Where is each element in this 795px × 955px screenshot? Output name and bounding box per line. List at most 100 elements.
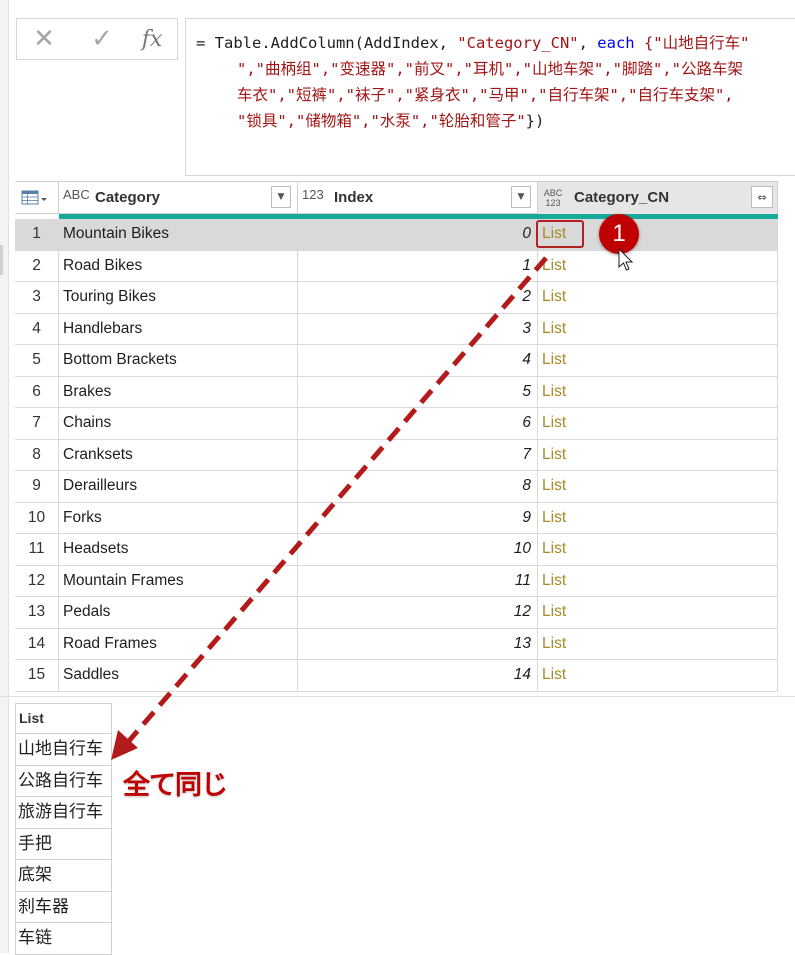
index-cell: 2	[298, 282, 538, 314]
row-number: 5	[15, 345, 59, 377]
category-cell: Chains	[59, 408, 298, 440]
formula-input[interactable]: = Table.AddColumn(AddIndex, "Category_CN…	[185, 18, 795, 176]
table-row[interactable]: 3 Touring Bikes 2 List	[15, 282, 778, 314]
list-item: 底架	[15, 860, 112, 892]
index-cell: 9	[298, 502, 538, 534]
grid-header: ABC Category ▼ 123 Index ▼ ABC 123 Categ…	[15, 181, 778, 214]
column-header-category-cn[interactable]: ABC 123 Category_CN ⇔	[538, 182, 778, 214]
list-cell[interactable]: List	[538, 250, 778, 282]
column-header-category[interactable]: ABC Category ▼	[59, 182, 298, 214]
category-cell: Brakes	[59, 376, 298, 408]
formula-text: })	[525, 112, 545, 130]
list-cell[interactable]: List	[538, 502, 778, 534]
table-row[interactable]: 10 Forks 9 List	[15, 502, 778, 534]
list-item: 手把	[15, 828, 112, 860]
left-gutter	[0, 0, 9, 953]
row-number: 7	[15, 408, 59, 440]
table-row[interactable]: 1 Mountain Bikes 0 List	[15, 219, 778, 251]
list-cell[interactable]: List	[538, 376, 778, 408]
list-item: 山地自行车	[15, 734, 112, 766]
formula-line-1: = Table.AddColumn(AddIndex, "Category_CN…	[196, 31, 749, 53]
category-cell: Bottom Brackets	[59, 345, 298, 377]
category-cell: Headsets	[59, 534, 298, 566]
list-cell[interactable]: List	[538, 534, 778, 566]
list-item: 车链	[15, 923, 112, 955]
table-row[interactable]: 8 Cranksets 7 List	[15, 439, 778, 471]
formula-string: "Category_CN"	[457, 34, 579, 52]
list-cell[interactable]: List	[538, 345, 778, 377]
column-header-index[interactable]: 123 Index ▼	[298, 182, 538, 214]
row-number: 4	[15, 313, 59, 345]
list-cell[interactable]: List	[538, 597, 778, 629]
chevron-down-icon[interactable]: ▼	[511, 186, 531, 208]
list-cell[interactable]: List	[538, 565, 778, 597]
row-number: 6	[15, 376, 59, 408]
list-cell[interactable]: List	[538, 282, 778, 314]
table-row[interactable]: 13 Pedals 12 List	[15, 597, 778, 629]
formula-line-2: ","曲柄组","变速器","前叉","耳机","山地车架","脚踏","公路车…	[237, 60, 743, 78]
index-cell: 14	[298, 660, 538, 692]
row-number: 8	[15, 439, 59, 471]
table-row[interactable]: 14 Road Frames 13 List	[15, 628, 778, 660]
formula-keyword: each	[597, 34, 635, 52]
expand-column-icon[interactable]: ⇔	[751, 186, 773, 208]
formula-string: "锁具","储物箱","水泵","轮胎和管子"	[237, 112, 526, 130]
index-cell: 7	[298, 439, 538, 471]
list-item: 刹车器	[15, 891, 112, 923]
index-cell: 13	[298, 628, 538, 660]
table-row[interactable]: 5 Bottom Brackets 4 List	[15, 345, 778, 377]
gutter-mark	[0, 245, 3, 275]
type-any-icon: ABC 123	[543, 188, 563, 208]
table-row[interactable]: 15 Saddles 14 List	[15, 660, 778, 692]
formula-line-3: 车衣","短裤","袜子","紧身衣","马甲","自行车架","自行车支架",	[237, 86, 734, 104]
table-row[interactable]: 12 Mountain Frames 11 List	[15, 565, 778, 597]
row-number: 11	[15, 534, 59, 566]
list-cell[interactable]: List	[538, 313, 778, 345]
commit-icon[interactable]: ✓	[85, 23, 119, 55]
row-number: 14	[15, 628, 59, 660]
table-row[interactable]: 6 Brakes 5 List	[15, 376, 778, 408]
preview-header: List	[15, 703, 112, 734]
table-icon	[21, 190, 47, 205]
column-label: Category	[95, 189, 161, 206]
list-cell[interactable]: List	[538, 660, 778, 692]
table-menu-button[interactable]	[15, 182, 59, 214]
index-cell: 6	[298, 408, 538, 440]
table-row[interactable]: 2 Road Bikes 1 List	[15, 250, 778, 282]
annotation-label: 全て同じ	[123, 770, 228, 801]
selected-cell-outline	[536, 220, 584, 248]
formula-text: ,	[578, 34, 598, 52]
list-cell[interactable]: List	[538, 408, 778, 440]
formula-controls: ✕ ✓ fx	[16, 18, 178, 60]
list-cell[interactable]: List	[538, 471, 778, 503]
table-row[interactable]: 9 Derailleurs 8 List	[15, 471, 778, 503]
formula-string: {"山地自行车"	[634, 34, 750, 52]
chevron-down-icon[interactable]: ▼	[271, 186, 291, 208]
index-cell: 11	[298, 565, 538, 597]
table-row[interactable]: 11 Headsets 10 List	[15, 534, 778, 566]
fx-icon[interactable]: fx	[135, 23, 169, 55]
cancel-icon[interactable]: ✕	[27, 23, 61, 55]
category-cell: Road Bikes	[59, 250, 298, 282]
table-row[interactable]: 7 Chains 6 List	[15, 408, 778, 440]
column-label: Index	[334, 189, 374, 206]
list-cell[interactable]: List	[538, 439, 778, 471]
category-cell: Pedals	[59, 597, 298, 629]
table-row[interactable]: 4 Handlebars 3 List	[15, 313, 778, 345]
data-grid: ABC Category ▼ 123 Index ▼ ABC 123 Categ…	[15, 181, 778, 692]
row-number: 10	[15, 502, 59, 534]
row-number: 12	[15, 565, 59, 597]
type-text-icon: ABC	[63, 187, 90, 202]
index-cell: 0	[298, 219, 538, 251]
column-label: Category_CN	[574, 189, 670, 206]
category-cell: Mountain Frames	[59, 565, 298, 597]
mouse-cursor-icon	[618, 248, 634, 271]
index-cell: 10	[298, 534, 538, 566]
index-cell: 1	[298, 250, 538, 282]
list-cell[interactable]: List	[538, 628, 778, 660]
category-cell: Mountain Bikes	[59, 219, 298, 251]
category-cell: Forks	[59, 502, 298, 534]
index-cell: 3	[298, 313, 538, 345]
index-cell: 4	[298, 345, 538, 377]
list-item: 公路自行车	[15, 765, 112, 797]
